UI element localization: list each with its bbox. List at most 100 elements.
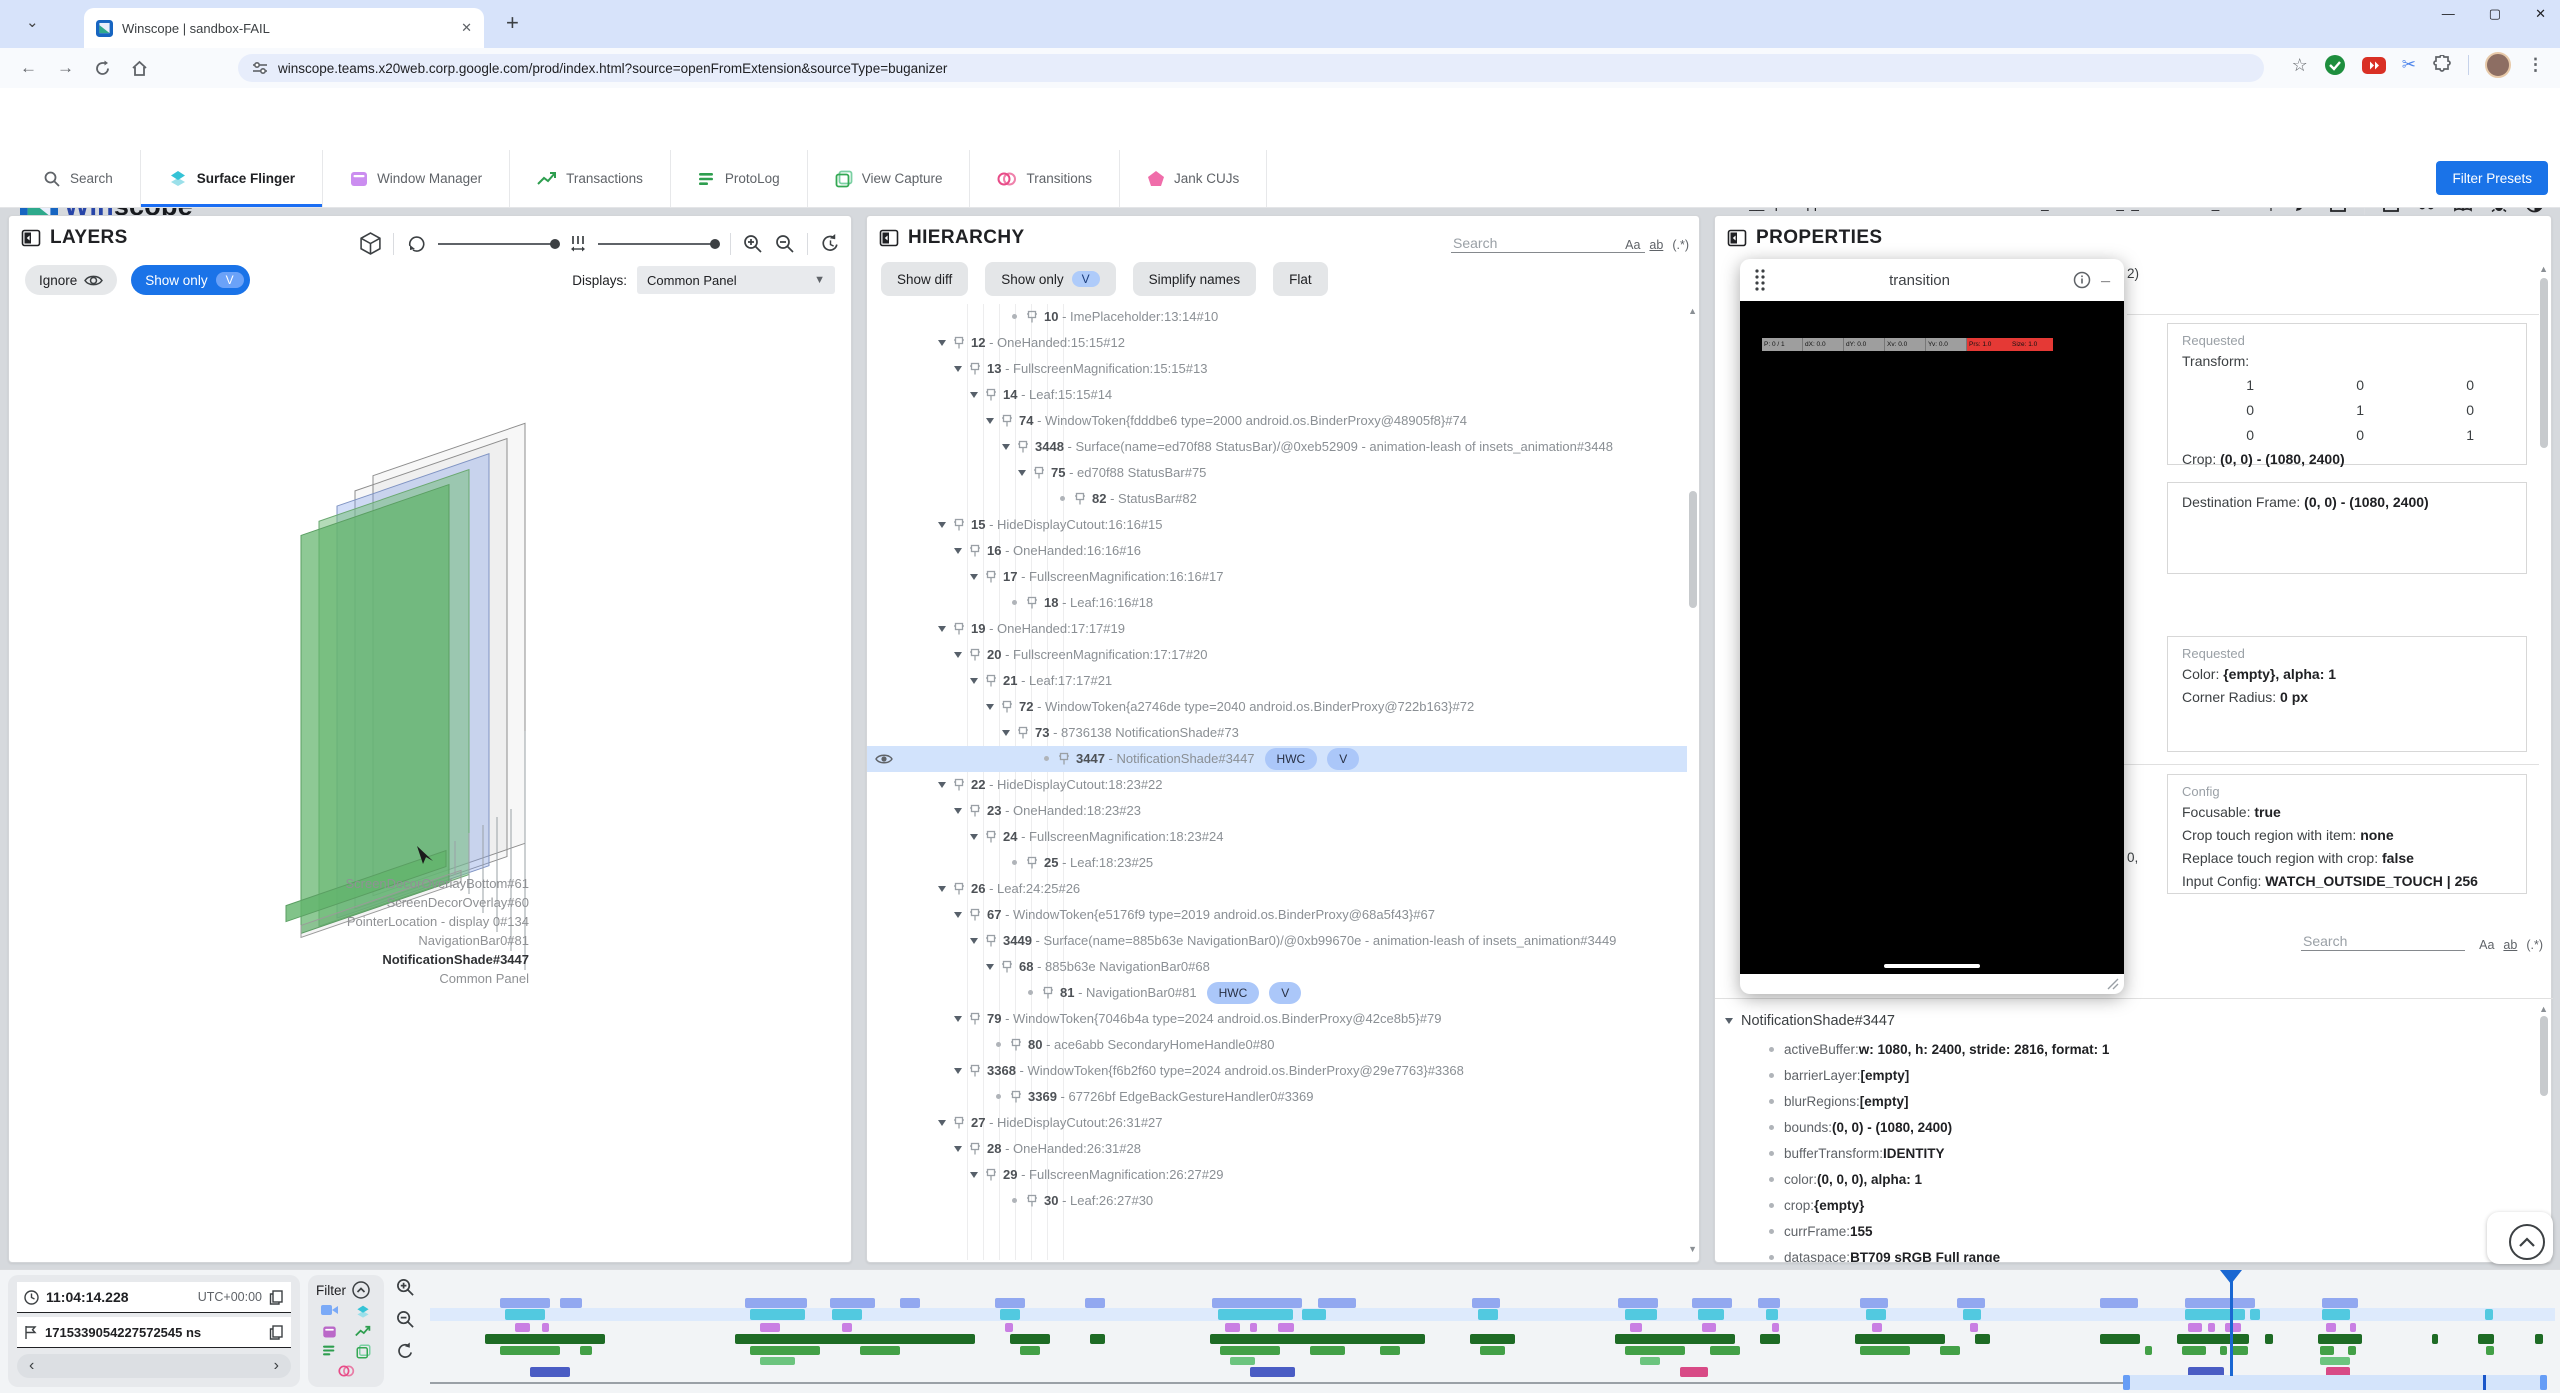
tree-node-80[interactable]: 80 - ace6abb SecondaryHomeHandle0#80 xyxy=(867,1032,1687,1058)
trace-segment-transactions[interactable] xyxy=(1975,1334,1990,1344)
match-word-toggle[interactable]: ab xyxy=(1649,238,1663,252)
trace-segment-surface-flinger[interactable] xyxy=(1218,1309,1293,1320)
profile-avatar[interactable] xyxy=(2485,52,2511,78)
properties-search-input[interactable] xyxy=(2301,932,2465,951)
trace-segment-protolog[interactable] xyxy=(580,1346,592,1355)
trace-segment-transactions[interactable] xyxy=(2535,1334,2543,1344)
reset-view-icon[interactable] xyxy=(820,233,841,254)
layer-rect-label[interactable]: NavigationBar0#81 xyxy=(418,933,529,948)
trace-segment-transactions[interactable] xyxy=(1090,1334,1105,1344)
trace-segment-transactions[interactable] xyxy=(2100,1334,2140,1344)
property-row-activeBuffer[interactable]: activeBuffer: w: 1080, h: 2400, stride: … xyxy=(1769,1036,2537,1062)
trace-segment-window-manager[interactable] xyxy=(542,1323,549,1332)
trace-segment-protolog[interactable] xyxy=(1220,1346,1280,1355)
view-capture-trace-icon[interactable] xyxy=(356,1344,371,1359)
displays-select[interactable]: Common Panel ▼ xyxy=(637,266,835,294)
match-case-toggle[interactable]: Aa xyxy=(1625,238,1640,252)
tree-node-14[interactable]: 14 - Leaf:15:15#14 xyxy=(867,382,1687,408)
tree-node-21[interactable]: 21 - Leaf:17:17#21 xyxy=(867,668,1687,694)
tree-node-79[interactable]: 79 - WindowToken{7046b4a type=2024 andro… xyxy=(867,1006,1687,1032)
trace-segment-view-capture[interactable] xyxy=(1230,1357,1255,1365)
tree-node-3449[interactable]: 3449 - Surface(name=885b63e NavigationBa… xyxy=(867,928,1687,954)
trace-segment-window-manager[interactable] xyxy=(2350,1323,2356,1332)
show-only-toggle[interactable]: Show only V xyxy=(131,265,249,295)
new-tab-button[interactable]: + xyxy=(506,10,519,36)
tree-node-73[interactable]: 73 - 8736138 NotificationShade#73 xyxy=(867,720,1687,746)
nav-tab-window-manager[interactable]: Window Manager xyxy=(323,150,510,207)
tree-node-75[interactable]: 75 - ed70f88 StatusBar#75 xyxy=(867,460,1687,486)
window-manager-trace-icon[interactable] xyxy=(322,1325,337,1339)
trace-segment-screen-recording[interactable] xyxy=(1957,1298,1985,1308)
tree-node-26[interactable]: 26 - Leaf:24:25#26 xyxy=(867,876,1687,902)
extension-scissors-icon[interactable]: ✂ xyxy=(2402,55,2416,75)
tree-node-24[interactable]: 24 - FullscreenMagnification:18:23#24 xyxy=(867,824,1687,850)
spacing-slider[interactable] xyxy=(598,243,718,245)
tree-node-3368[interactable]: 3368 - WindowToken{f6b2f60 type=2024 and… xyxy=(867,1058,1687,1084)
tree-node-17[interactable]: 17 - FullscreenMagnification:16:16#17 xyxy=(867,564,1687,590)
trace-segment-protolog[interactable] xyxy=(2486,1346,2494,1355)
filter-presets-button[interactable]: Filter Presets xyxy=(2436,161,2548,195)
reload-icon[interactable] xyxy=(94,60,111,77)
trace-segment-protolog[interactable] xyxy=(1020,1346,1040,1355)
expand-caret-icon[interactable] xyxy=(954,912,962,918)
maximize-icon[interactable]: ▢ xyxy=(2489,6,2501,22)
copy-icon[interactable] xyxy=(269,1290,284,1305)
copy-icon[interactable] xyxy=(269,1325,284,1340)
surface-flinger-trace-icon[interactable] xyxy=(355,1304,371,1320)
tree-node-82[interactable]: 82 - StatusBar#82 xyxy=(867,486,1687,512)
nav-tab-view-capture[interactable]: View Capture xyxy=(808,150,971,207)
trace-segment-protolog[interactable] xyxy=(1380,1346,1400,1355)
trace-segment-surface-flinger[interactable] xyxy=(505,1309,545,1320)
property-row-currFrame[interactable]: currFrame: 155 xyxy=(1769,1218,2537,1244)
details-scrollbar[interactable] xyxy=(2540,1016,2548,1096)
rotation-slider[interactable] xyxy=(438,243,558,245)
transition-overlay-window[interactable]: transition _ P: 0 / 1dX: 0.0dY: 0.0Xv: 0… xyxy=(1740,259,2124,994)
hierarchy-search-input[interactable] xyxy=(1451,234,1645,253)
trace-segment-transitions[interactable] xyxy=(1250,1367,1295,1377)
trace-segment-transactions[interactable] xyxy=(1855,1334,1945,1344)
tree-node-13[interactable]: 13 - FullscreenMagnification:15:15#13 xyxy=(867,356,1687,382)
minimap-left-handle[interactable] xyxy=(2123,1375,2130,1390)
expand-caret-icon[interactable] xyxy=(954,1146,962,1152)
trace-segment-screen-recording[interactable] xyxy=(1860,1298,1888,1308)
trace-segment-screen-recording[interactable] xyxy=(1618,1298,1658,1308)
next-frame-button[interactable]: › xyxy=(274,1357,279,1375)
trace-segment-window-manager[interactable] xyxy=(1702,1323,1716,1332)
match-word-toggle[interactable]: ab xyxy=(2503,938,2517,952)
tree-node-10[interactable]: 10 - ImePlaceholder:13:14#10 xyxy=(867,304,1687,330)
nav-tab-transitions[interactable]: Transitions xyxy=(970,150,1120,207)
trace-segment-window-manager[interactable] xyxy=(515,1323,530,1332)
trace-segment-surface-flinger[interactable] xyxy=(1766,1309,1778,1320)
ignore-toggle[interactable]: Ignore xyxy=(25,265,117,295)
property-row-dataspace[interactable]: dataspace: BT709 sRGB Full range xyxy=(1769,1244,2537,1262)
trace-segment-protolog[interactable] xyxy=(1480,1346,1505,1355)
expand-caret-icon[interactable] xyxy=(954,548,962,554)
trace-segment-transactions[interactable] xyxy=(2177,1334,2249,1344)
expand-caret-icon[interactable] xyxy=(954,652,962,658)
tree-node-27[interactable]: 27 - HideDisplayCutout:26:31#27 xyxy=(867,1110,1687,1136)
trace-segment-surface-flinger[interactable] xyxy=(2250,1309,2260,1320)
scroll-up-icon[interactable]: ▲ xyxy=(2539,1004,2548,1014)
nav-tab-surface-flinger[interactable]: Surface Flinger xyxy=(141,150,323,207)
timeline-cursor-handle[interactable] xyxy=(2220,1270,2242,1284)
trace-segment-screen-recording[interactable] xyxy=(2100,1298,2138,1308)
trace-segment-transactions[interactable] xyxy=(1760,1334,1780,1344)
trace-segment-screen-recording[interactable] xyxy=(1692,1298,1732,1308)
trace-segment-protolog[interactable] xyxy=(2232,1346,2248,1355)
trace-segment-surface-flinger[interactable] xyxy=(2485,1309,2493,1320)
tree-node-12[interactable]: 12 - OneHanded:15:15#12 xyxy=(867,330,1687,356)
expand-caret-icon[interactable] xyxy=(954,808,962,814)
protolog-trace-icon[interactable] xyxy=(322,1344,337,1357)
trace-segment-transactions[interactable] xyxy=(735,1334,975,1344)
hierarchy-button-simplify-names[interactable]: Simplify names xyxy=(1133,262,1257,296)
panel-icon[interactable] xyxy=(1727,228,1747,248)
trace-segment-surface-flinger[interactable] xyxy=(832,1309,862,1320)
tab-close-icon[interactable]: ✕ xyxy=(461,20,472,36)
nav-tab-transactions[interactable]: Transactions xyxy=(510,150,671,207)
property-row-crop[interactable]: crop: {empty} xyxy=(1769,1192,2537,1218)
hierarchy-button-flat[interactable]: Flat xyxy=(1273,262,1328,296)
screen-recording-trace-icon[interactable] xyxy=(321,1304,338,1316)
rotation-icon[interactable] xyxy=(406,234,426,254)
expand-caret-icon[interactable] xyxy=(938,626,946,632)
browser-tab[interactable]: Winscope | sandbox-FAIL ✕ xyxy=(84,8,484,48)
